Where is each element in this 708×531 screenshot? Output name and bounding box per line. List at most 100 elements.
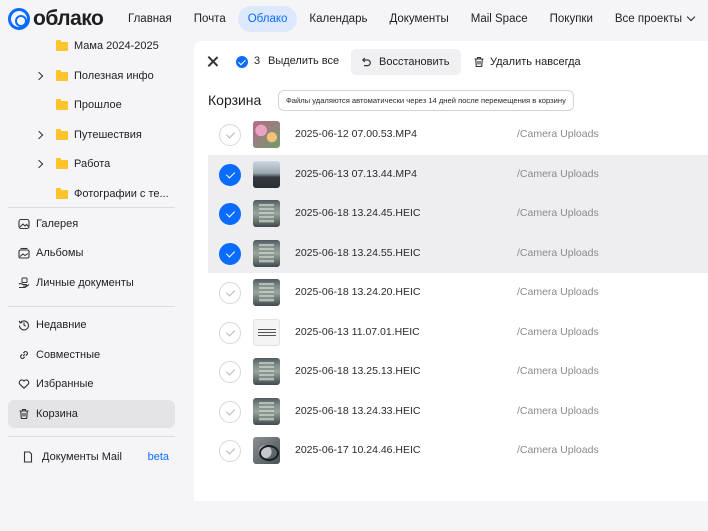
restore-button[interactable]: Восстановить: [351, 49, 461, 75]
row-checkbox[interactable]: [219, 400, 241, 423]
undo-icon: [360, 56, 372, 68]
folder-row[interactable]: Мама 2024-2025: [0, 32, 180, 60]
folder-row[interactable]: Работа: [0, 150, 180, 178]
sidebar: Мама 2024-2025 Полезная инфо Прошлое Пут…: [0, 38, 190, 531]
folder-icon: [56, 39, 68, 51]
file-row[interactable]: 2025-06-17 10.24.46.HEIC /Camera Uploads: [208, 431, 708, 471]
sidebar-item-trash[interactable]: Корзина: [8, 400, 175, 428]
file-name: 2025-06-18 13.25.13.HEIC: [295, 365, 421, 377]
folder-label: Работа: [74, 158, 111, 170]
file-name: 2025-06-12 07.00.53.MP4: [295, 128, 418, 140]
trash-icon: [18, 408, 30, 420]
sidebar-item-recent[interactable]: Недавние: [8, 311, 175, 339]
image-thumbnail: [253, 239, 280, 267]
documents-hand-icon: [18, 277, 30, 289]
folder-label: Прошлое: [74, 99, 122, 111]
app-root: облако Главная Почта Облако Календарь До…: [0, 0, 708, 531]
folder-label: Путешествия: [74, 129, 142, 141]
link-icon: [18, 349, 30, 361]
folder-icon: [56, 157, 68, 169]
file-name: 2025-06-17 10.24.46.HEIC: [295, 444, 421, 456]
sidebar-divider: [8, 306, 175, 307]
file-name: 2025-06-18 13.24.20.HEIC: [295, 286, 421, 298]
file-path: /Camera Uploads: [517, 286, 599, 298]
sidebar-item-gallery[interactable]: Галерея: [8, 210, 175, 238]
folder-row[interactable]: Прошлое: [0, 91, 180, 119]
select-all-button[interactable]: Выделить все: [268, 55, 339, 67]
sidebar-item-label: Совместные: [36, 349, 101, 361]
row-checkbox[interactable]: [219, 440, 241, 462]
sidebar-item-albums[interactable]: Альбомы: [8, 239, 175, 267]
folder-label: Полезная инфо: [74, 70, 154, 82]
file-row[interactable]: 2025-06-18 13.24.33.HEIC /Camera Uploads: [208, 392, 708, 432]
sidebar-item-personal-docs[interactable]: Личные документы: [8, 269, 175, 297]
row-checkbox[interactable]: [219, 321, 241, 344]
file-name: 2025-06-18 13.24.45.HEIC: [295, 207, 421, 219]
row-checkbox[interactable]: [219, 361, 241, 383]
nav-mail[interactable]: Почта: [184, 6, 236, 32]
folder-row[interactable]: Полезная инфо: [0, 62, 180, 90]
sidebar-divider: [8, 207, 175, 208]
file-name: 2025-06-18 13.24.55.HEIC: [295, 246, 421, 259]
delete-forever-button[interactable]: Удалить навсегда: [471, 49, 591, 75]
file-path: /Camera Uploads: [517, 167, 599, 180]
trash-icon: [473, 56, 485, 68]
restore-label: Восстановить: [379, 56, 450, 68]
sidebar-item-label: Документы Mail: [42, 451, 122, 463]
file-path: /Camera Uploads: [517, 404, 599, 417]
image-thumbnail: [253, 279, 280, 306]
sidebar-item-label: Избранные: [36, 378, 94, 390]
row-checkbox[interactable]: [219, 124, 241, 146]
document-icon: [22, 451, 34, 463]
sidebar-item-favorites[interactable]: Избранные: [8, 370, 175, 398]
nav-all-projects-label: Все проекты: [614, 13, 683, 25]
nav-documents[interactable]: Документы: [379, 6, 458, 32]
file-row[interactable]: 2025-06-18 13.24.45.HEIC /Camera Uploads: [208, 194, 708, 234]
row-checkbox[interactable]: [219, 203, 241, 225]
sidebar-item-shared[interactable]: Совместные: [8, 341, 175, 369]
sidebar-item-label: Личные документы: [36, 277, 134, 289]
auto-delete-notice: Файлы удаляются автоматически через 14 д…: [278, 90, 574, 111]
cloud-logo[interactable]: облако: [8, 7, 118, 31]
sidebar-item-label: Корзина: [36, 408, 78, 420]
file-name: 2025-06-18 13.24.33.HEIC: [295, 404, 421, 417]
folder-row[interactable]: Фотографии с те...: [0, 180, 180, 208]
row-checkbox[interactable]: [219, 163, 241, 186]
page-title: Корзина: [208, 92, 262, 108]
row-checkbox[interactable]: [219, 282, 241, 304]
file-row[interactable]: 2025-06-18 13.25.13.HEIC /Camera Uploads: [208, 352, 708, 392]
nav-calendar[interactable]: Календарь: [299, 6, 377, 32]
file-row[interactable]: 2025-06-12 07.00.53.MP4 /Camera Uploads: [208, 115, 708, 155]
nav-all-projects[interactable]: Все проекты: [605, 6, 704, 32]
close-icon[interactable]: [206, 55, 220, 69]
chevron-right-icon[interactable]: [34, 130, 44, 140]
sidebar-item-label: Галерея: [36, 218, 79, 230]
selected-count: 3: [254, 55, 261, 67]
row-checkbox[interactable]: [219, 242, 241, 265]
albums-icon: [18, 247, 30, 259]
chevron-down-icon: [686, 12, 696, 22]
nav-shopping[interactable]: Покупки: [540, 6, 603, 32]
image-thumbnail: [253, 437, 280, 464]
sidebar-item-label: Альбомы: [36, 247, 84, 259]
nav-cloud[interactable]: Облако: [237, 6, 298, 32]
video-thumbnail: [253, 121, 280, 148]
folder-row[interactable]: Путешествия: [0, 121, 180, 149]
nav-main[interactable]: Главная: [118, 6, 182, 32]
file-row[interactable]: 2025-06-18 13.24.20.HEIC /Camera Uploads: [208, 273, 708, 313]
file-row[interactable]: 2025-06-18 13.24.55.HEIC /Camera Uploads: [208, 233, 708, 273]
sidebar-item-docs-mail[interactable]: Документы Mail beta: [8, 443, 175, 471]
file-list: 2025-06-12 07.00.53.MP4 /Camera Uploads …: [208, 115, 708, 471]
logo-text: облако: [33, 7, 104, 30]
file-row[interactable]: 2025-06-13 07.13.44.MP4 /Camera Uploads: [208, 154, 708, 194]
chevron-right-icon[interactable]: [34, 71, 44, 81]
image-thumbnail: [253, 200, 280, 227]
file-row[interactable]: 2025-06-13 11.07.01.HEIC /Camera Uploads: [208, 313, 708, 353]
heart-icon: [18, 378, 30, 390]
nav-mail-space[interactable]: Mail Space: [461, 6, 538, 32]
image-thumbnail: [253, 358, 280, 385]
image-thumbnail: [253, 318, 280, 346]
folder-icon: [56, 98, 68, 110]
chevron-right-icon[interactable]: [34, 159, 44, 169]
selected-check-icon[interactable]: [236, 56, 248, 68]
